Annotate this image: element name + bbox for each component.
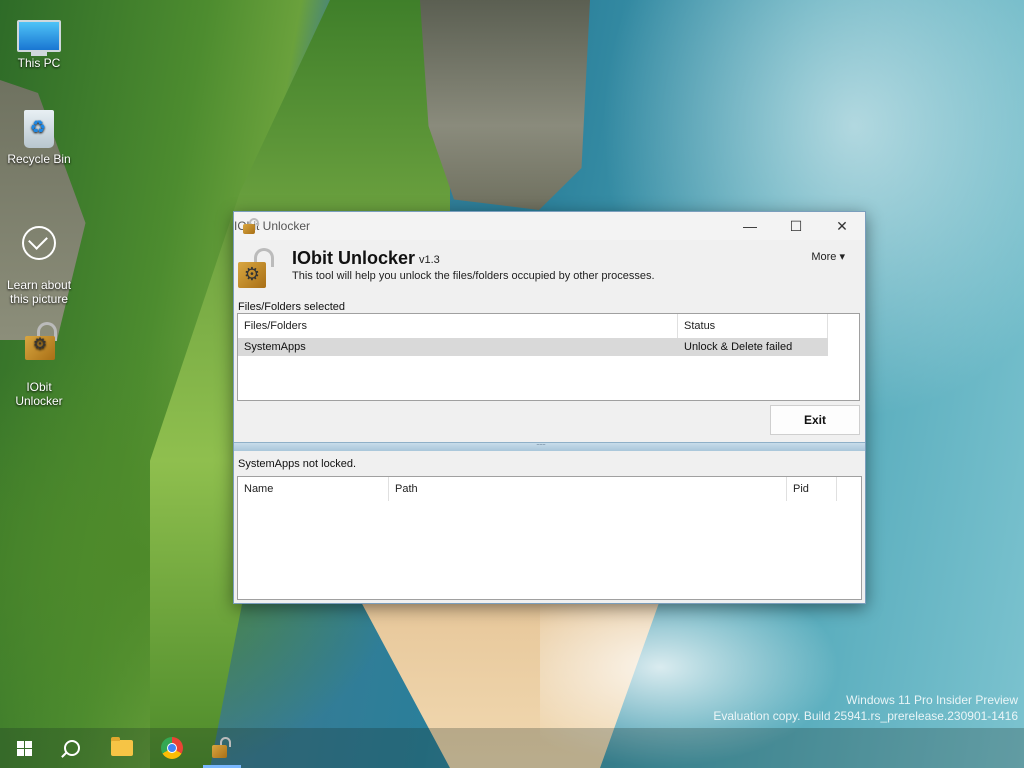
windows-watermark: Windows 11 Pro Insider Preview Evaluatio… [713,692,1018,724]
maximize-button[interactable]: ☐ [773,212,819,240]
desktop-icon-label: Learn about this picture [6,278,72,306]
app-title-icon [242,218,259,234]
process-list-header: Name Path Pid [238,477,861,501]
minimize-button[interactable]: — [727,212,773,240]
app-version: v1.3 [419,254,440,266]
watermark-line-2: Evaluation copy. Build 25941.rs_prerelea… [713,709,1018,723]
chrome-icon [161,737,183,759]
exit-button[interactable]: Exit [770,405,860,435]
more-menu-button[interactable]: More ▾ [811,250,845,263]
watermark-line-1: Windows 11 Pro Insider Preview [846,693,1018,707]
app-name: IObit Unlocker [292,248,416,268]
title-bar[interactable]: IObit Unlocker — ☐ ✕ [234,212,865,240]
files-list-header: Files/Folders Status [238,314,859,338]
iobit-unlocker-icon: ⚙ [19,322,59,362]
window-title: IObit Unlocker [234,219,311,233]
chrome-button[interactable] [158,734,186,762]
column-header-name[interactable]: Name [238,477,389,501]
desktop-icon-iobit-unlocker[interactable]: ⚙ IObit Unlocker [1,308,77,422]
desktop-icon-learn-about-picture[interactable]: Learn about this picture [1,212,77,320]
status-message: SystemApps not locked. [238,458,357,470]
close-button[interactable]: ✕ [819,212,865,240]
app-description: This tool will help you unlock the files… [292,270,655,282]
iobit-unlocker-window: IObit Unlocker — ☐ ✕ ⚙ IObit Unlocker v1… [233,211,866,604]
files-list[interactable]: Files/Folders Status SystemApps Unlock &… [237,313,860,401]
column-header-path[interactable]: Path [389,477,787,501]
iobit-unlocker-taskbar-button[interactable] [207,734,235,762]
taskbar [0,728,1024,768]
caret-down-icon: ▾ [839,251,845,263]
search-button[interactable] [58,734,86,762]
desktop-icon-label: Recycle Bin [7,152,71,166]
more-label: More [811,251,837,263]
iobit-unlocker-icon [211,737,231,759]
start-button[interactable] [10,734,38,762]
desktop-icon-label: This PC [17,56,61,70]
row-file-name: SystemApps [244,341,306,353]
computer-icon [17,20,61,56]
app-header: ⚙ IObit Unlocker v1.3 This tool will hel… [234,240,865,300]
files-section-label: Files/Folders selected [238,301,345,313]
files-list-row[interactable]: SystemApps Unlock & Delete failed [238,338,828,356]
file-explorer-button[interactable] [108,734,136,762]
desktop-icon-label: IObit Unlocker [15,380,63,408]
start-icon [16,740,32,756]
desktop-icon-recycle-bin[interactable]: Recycle Bin [1,110,77,166]
pane-splitter[interactable] [234,437,865,451]
row-status: Unlock & Delete failed [684,341,793,353]
search-icon [64,740,80,756]
column-header-files[interactable]: Files/Folders [238,314,678,338]
process-list[interactable]: Name Path Pid [237,476,862,600]
learn-about-picture-icon [22,226,56,260]
iobit-logo-icon: ⚙ [238,248,274,288]
column-header-status[interactable]: Status [678,314,828,338]
desktop-icon-this-pc[interactable]: This PC [1,10,77,70]
recycle-bin-icon [24,110,54,148]
file-explorer-icon [111,737,133,756]
column-header-pid[interactable]: Pid [787,477,837,501]
